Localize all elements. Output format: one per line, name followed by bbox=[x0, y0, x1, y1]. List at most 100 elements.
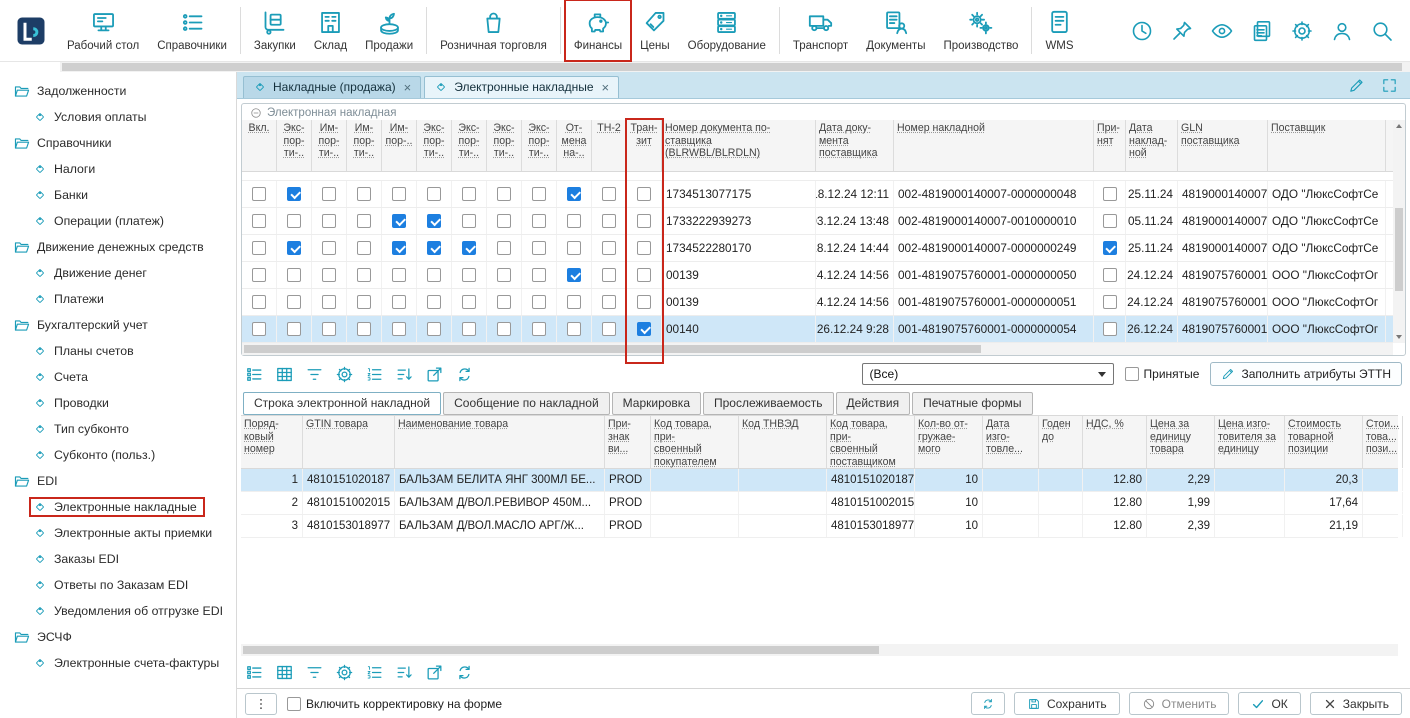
row-checkbox[interactable] bbox=[252, 295, 266, 309]
scroll-up-arrow[interactable] bbox=[1393, 120, 1405, 132]
column-header[interactable]: Номер накладной bbox=[894, 120, 1094, 171]
accepted-filter-checkbox[interactable]: Принятые bbox=[1125, 367, 1200, 381]
scrollbar-thumb[interactable] bbox=[243, 646, 879, 654]
toolbar-item-warehouse[interactable]: Склад bbox=[305, 0, 356, 61]
column-header[interactable]: Им- пор- ти-.. bbox=[347, 120, 382, 171]
checkbox[interactable] bbox=[1125, 367, 1139, 381]
detail-tab-2[interactable]: Маркировка bbox=[612, 392, 701, 415]
row-checkbox[interactable] bbox=[1103, 295, 1117, 309]
row-checkbox[interactable] bbox=[322, 268, 336, 282]
row-checkbox[interactable] bbox=[287, 322, 301, 336]
row-checkbox[interactable] bbox=[392, 241, 406, 255]
row-checkbox[interactable] bbox=[532, 214, 546, 228]
item-row[interactable]: 34810153018977БАЛЬЗАМ Д/ВОЛ.МАСЛО АРГ/Ж.… bbox=[241, 515, 1398, 538]
close-tab-icon[interactable]: × bbox=[602, 81, 610, 94]
detail-tab-5[interactable]: Печатные формы bbox=[912, 392, 1032, 415]
export-icon[interactable] bbox=[425, 365, 444, 384]
row-checkbox[interactable] bbox=[497, 187, 511, 201]
clock-icon[interactable] bbox=[1130, 19, 1154, 43]
row-checkbox[interactable] bbox=[462, 268, 476, 282]
row-checkbox[interactable] bbox=[287, 295, 301, 309]
column-header[interactable]: Стои... това... пози... bbox=[1363, 416, 1403, 468]
toolbar-item-sales[interactable]: Продажи bbox=[356, 0, 422, 61]
row-checkbox[interactable] bbox=[497, 322, 511, 336]
column-header[interactable]: Тран- зит bbox=[627, 120, 662, 171]
row-checkbox[interactable] bbox=[322, 187, 336, 201]
invoice-row[interactable]: 173451307717518.12.24 12:11002-481900014… bbox=[242, 181, 1393, 208]
row-checkbox[interactable] bbox=[427, 268, 441, 282]
row-checkbox[interactable] bbox=[252, 187, 266, 201]
column-header[interactable]: Им- пор- ти-.. bbox=[312, 120, 347, 171]
row-checkbox[interactable] bbox=[567, 214, 581, 228]
items-horizontal-scrollbar[interactable] bbox=[241, 644, 1398, 656]
row-checkbox[interactable] bbox=[357, 295, 371, 309]
invoice-row[interactable]: 173452228017018.12.24 14:44002-481900014… bbox=[242, 235, 1393, 262]
column-header[interactable]: Дата изго- товле... bbox=[983, 416, 1039, 468]
sidebar-item-21[interactable]: ЭСЧФ bbox=[0, 624, 236, 650]
filter-icon[interactable] bbox=[305, 663, 324, 682]
close-button[interactable]: Закрыть bbox=[1310, 692, 1402, 715]
column-header[interactable]: НДС, % bbox=[1083, 416, 1147, 468]
row-checkbox[interactable] bbox=[392, 187, 406, 201]
pin-icon[interactable] bbox=[1170, 19, 1194, 43]
invoice-row[interactable]: 0014026.12.24 9:28001-4819075760001-0000… bbox=[242, 316, 1393, 343]
toolbar-item-retail[interactable]: Розничная торговля bbox=[431, 0, 556, 61]
column-header[interactable]: Номер документа по- ставщика (BLRWBL/BLR… bbox=[662, 120, 816, 171]
row-checkbox[interactable] bbox=[532, 322, 546, 336]
row-checkbox[interactable] bbox=[287, 241, 301, 255]
toolbar-item-prices[interactable]: Цены bbox=[631, 0, 679, 61]
cancel-button[interactable]: Отменить bbox=[1129, 692, 1230, 715]
row-checkbox[interactable] bbox=[252, 322, 266, 336]
column-header[interactable]: Цена за единицу товара bbox=[1147, 416, 1215, 468]
row-checkbox[interactable] bbox=[602, 295, 616, 309]
row-checkbox[interactable] bbox=[602, 322, 616, 336]
toolbar-item-equipment[interactable]: Оборудование bbox=[679, 0, 775, 61]
scrollbar-thumb[interactable] bbox=[244, 345, 981, 353]
detail-tab-0[interactable]: Строка электронной накладной bbox=[243, 392, 441, 415]
row-checkbox[interactable] bbox=[357, 322, 371, 336]
column-header[interactable]: Наименование товара bbox=[395, 416, 605, 468]
sidebar-item-10[interactable]: Планы счетов bbox=[0, 338, 236, 364]
column-header[interactable]: Экс- пор- ти-.. bbox=[487, 120, 522, 171]
column-header[interactable]: Вкл. bbox=[242, 120, 277, 171]
filter-icon[interactable] bbox=[305, 365, 324, 384]
row-checkbox[interactable] bbox=[462, 295, 476, 309]
sort-list-icon[interactable] bbox=[395, 365, 414, 384]
row-checkbox[interactable] bbox=[462, 214, 476, 228]
row-checkbox[interactable] bbox=[1103, 187, 1117, 201]
row-checkbox[interactable] bbox=[602, 187, 616, 201]
detail-tab-4[interactable]: Действия bbox=[836, 392, 911, 415]
export-icon[interactable] bbox=[425, 663, 444, 682]
sidebar-item-19[interactable]: Ответы по Заказам EDI bbox=[0, 572, 236, 598]
sidebar-item-4[interactable]: Банки bbox=[0, 182, 236, 208]
row-checkbox[interactable] bbox=[427, 322, 441, 336]
save-button[interactable]: Сохранить bbox=[1014, 692, 1120, 715]
toolbar-item-wms[interactable]: WMS bbox=[1036, 0, 1082, 61]
more-options-button[interactable] bbox=[245, 693, 277, 715]
row-checkbox[interactable] bbox=[322, 322, 336, 336]
sidebar-item-18[interactable]: Заказы EDI bbox=[0, 546, 236, 572]
row-checkbox[interactable] bbox=[462, 241, 476, 255]
row-checkbox[interactable] bbox=[497, 268, 511, 282]
collapse-icon[interactable] bbox=[250, 107, 262, 119]
row-checkbox[interactable] bbox=[567, 322, 581, 336]
column-header[interactable]: Код ТНВЭД bbox=[739, 416, 827, 468]
gear-icon[interactable] bbox=[335, 663, 354, 682]
row-checkbox[interactable] bbox=[357, 241, 371, 255]
column-header[interactable]: Стоимость товарной позиции bbox=[1285, 416, 1363, 468]
column-header[interactable]: Цена изго- товителя за единицу bbox=[1215, 416, 1285, 468]
row-checkbox[interactable] bbox=[497, 295, 511, 309]
row-checkbox[interactable] bbox=[427, 241, 441, 255]
row-checkbox[interactable] bbox=[322, 295, 336, 309]
row-checkbox[interactable] bbox=[567, 241, 581, 255]
row-checkbox[interactable] bbox=[567, 295, 581, 309]
column-header[interactable]: От- мена на-.. bbox=[557, 120, 592, 171]
item-row[interactable]: 24810151002015БАЛЬЗАМ Д/ВОЛ.РЕВИВОР 450М… bbox=[241, 492, 1398, 515]
sidebar-item-1[interactable]: Условия оплаты bbox=[0, 104, 236, 130]
checkbox[interactable] bbox=[287, 697, 301, 711]
toolbar-scrollbar[interactable] bbox=[60, 62, 1410, 72]
fill-ettn-attributes-button[interactable]: Заполнить атрибуты ЭТТН bbox=[1210, 362, 1402, 386]
row-checkbox[interactable] bbox=[392, 295, 406, 309]
sidebar-item-2[interactable]: Справочники bbox=[0, 130, 236, 156]
vertical-scrollbar[interactable] bbox=[1393, 120, 1405, 343]
